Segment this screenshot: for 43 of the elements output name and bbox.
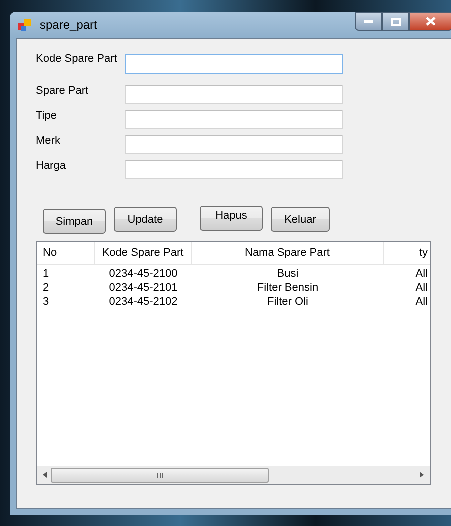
action-button[interactable]: Update bbox=[114, 207, 177, 232]
left-arrow-icon bbox=[43, 472, 47, 478]
table-cell-text: Filter Bensin bbox=[256, 282, 320, 294]
input-field[interactable] bbox=[125, 85, 343, 104]
table-cell-text: 3 bbox=[42, 296, 50, 308]
right-arrow-icon bbox=[420, 472, 424, 478]
input-field[interactable] bbox=[125, 110, 343, 129]
minimize-icon bbox=[364, 20, 373, 23]
table-cell-text: 1 bbox=[42, 268, 50, 280]
minimize-button[interactable] bbox=[355, 12, 382, 31]
table-cell-text: All bbox=[414, 268, 429, 280]
field-label: Spare Part bbox=[36, 85, 90, 97]
column-header[interactable]: ty bbox=[384, 242, 430, 264]
close-button[interactable] bbox=[409, 12, 451, 31]
field-label: Tipe bbox=[36, 110, 58, 122]
action-button[interactable]: Simpan bbox=[43, 209, 106, 234]
table-cell-text: All bbox=[414, 282, 429, 294]
maximize-icon bbox=[390, 18, 400, 26]
close-icon bbox=[426, 17, 436, 26]
column-header[interactable]: Nama Spare Part bbox=[192, 242, 384, 264]
field-label: Merk bbox=[36, 135, 62, 147]
grip-icon bbox=[156, 472, 164, 478]
input-field[interactable] bbox=[125, 54, 343, 74]
table-cell-text: 0234-45-2101 bbox=[108, 282, 179, 294]
field-label: Kode Spare Part bbox=[36, 53, 118, 65]
action-button[interactable]: Hapus bbox=[200, 206, 263, 231]
table-cell-text: Busi bbox=[276, 268, 300, 280]
table-cell-text: Filter Oli bbox=[266, 296, 310, 308]
table-cell-text: All bbox=[414, 296, 429, 308]
input-field[interactable] bbox=[125, 160, 343, 179]
maximize-button[interactable] bbox=[382, 12, 409, 31]
field-label: Harga bbox=[36, 160, 67, 172]
scrollbar-thumb[interactable] bbox=[51, 468, 269, 482]
table-cell-text: 0234-45-2100 bbox=[108, 268, 179, 280]
column-header[interactable]: No bbox=[37, 242, 95, 264]
action-button[interactable]: Keluar bbox=[271, 207, 330, 232]
column-header[interactable]: Kode Spare Part bbox=[95, 242, 192, 264]
app-icon bbox=[18, 18, 32, 32]
input-field[interactable] bbox=[125, 135, 343, 154]
table-cell-text: 2 bbox=[42, 282, 50, 294]
horizontal-scrollbar[interactable] bbox=[37, 466, 430, 484]
table-cell-text: 0234-45-2102 bbox=[108, 296, 179, 308]
window-title: spare_part bbox=[40, 18, 98, 32]
